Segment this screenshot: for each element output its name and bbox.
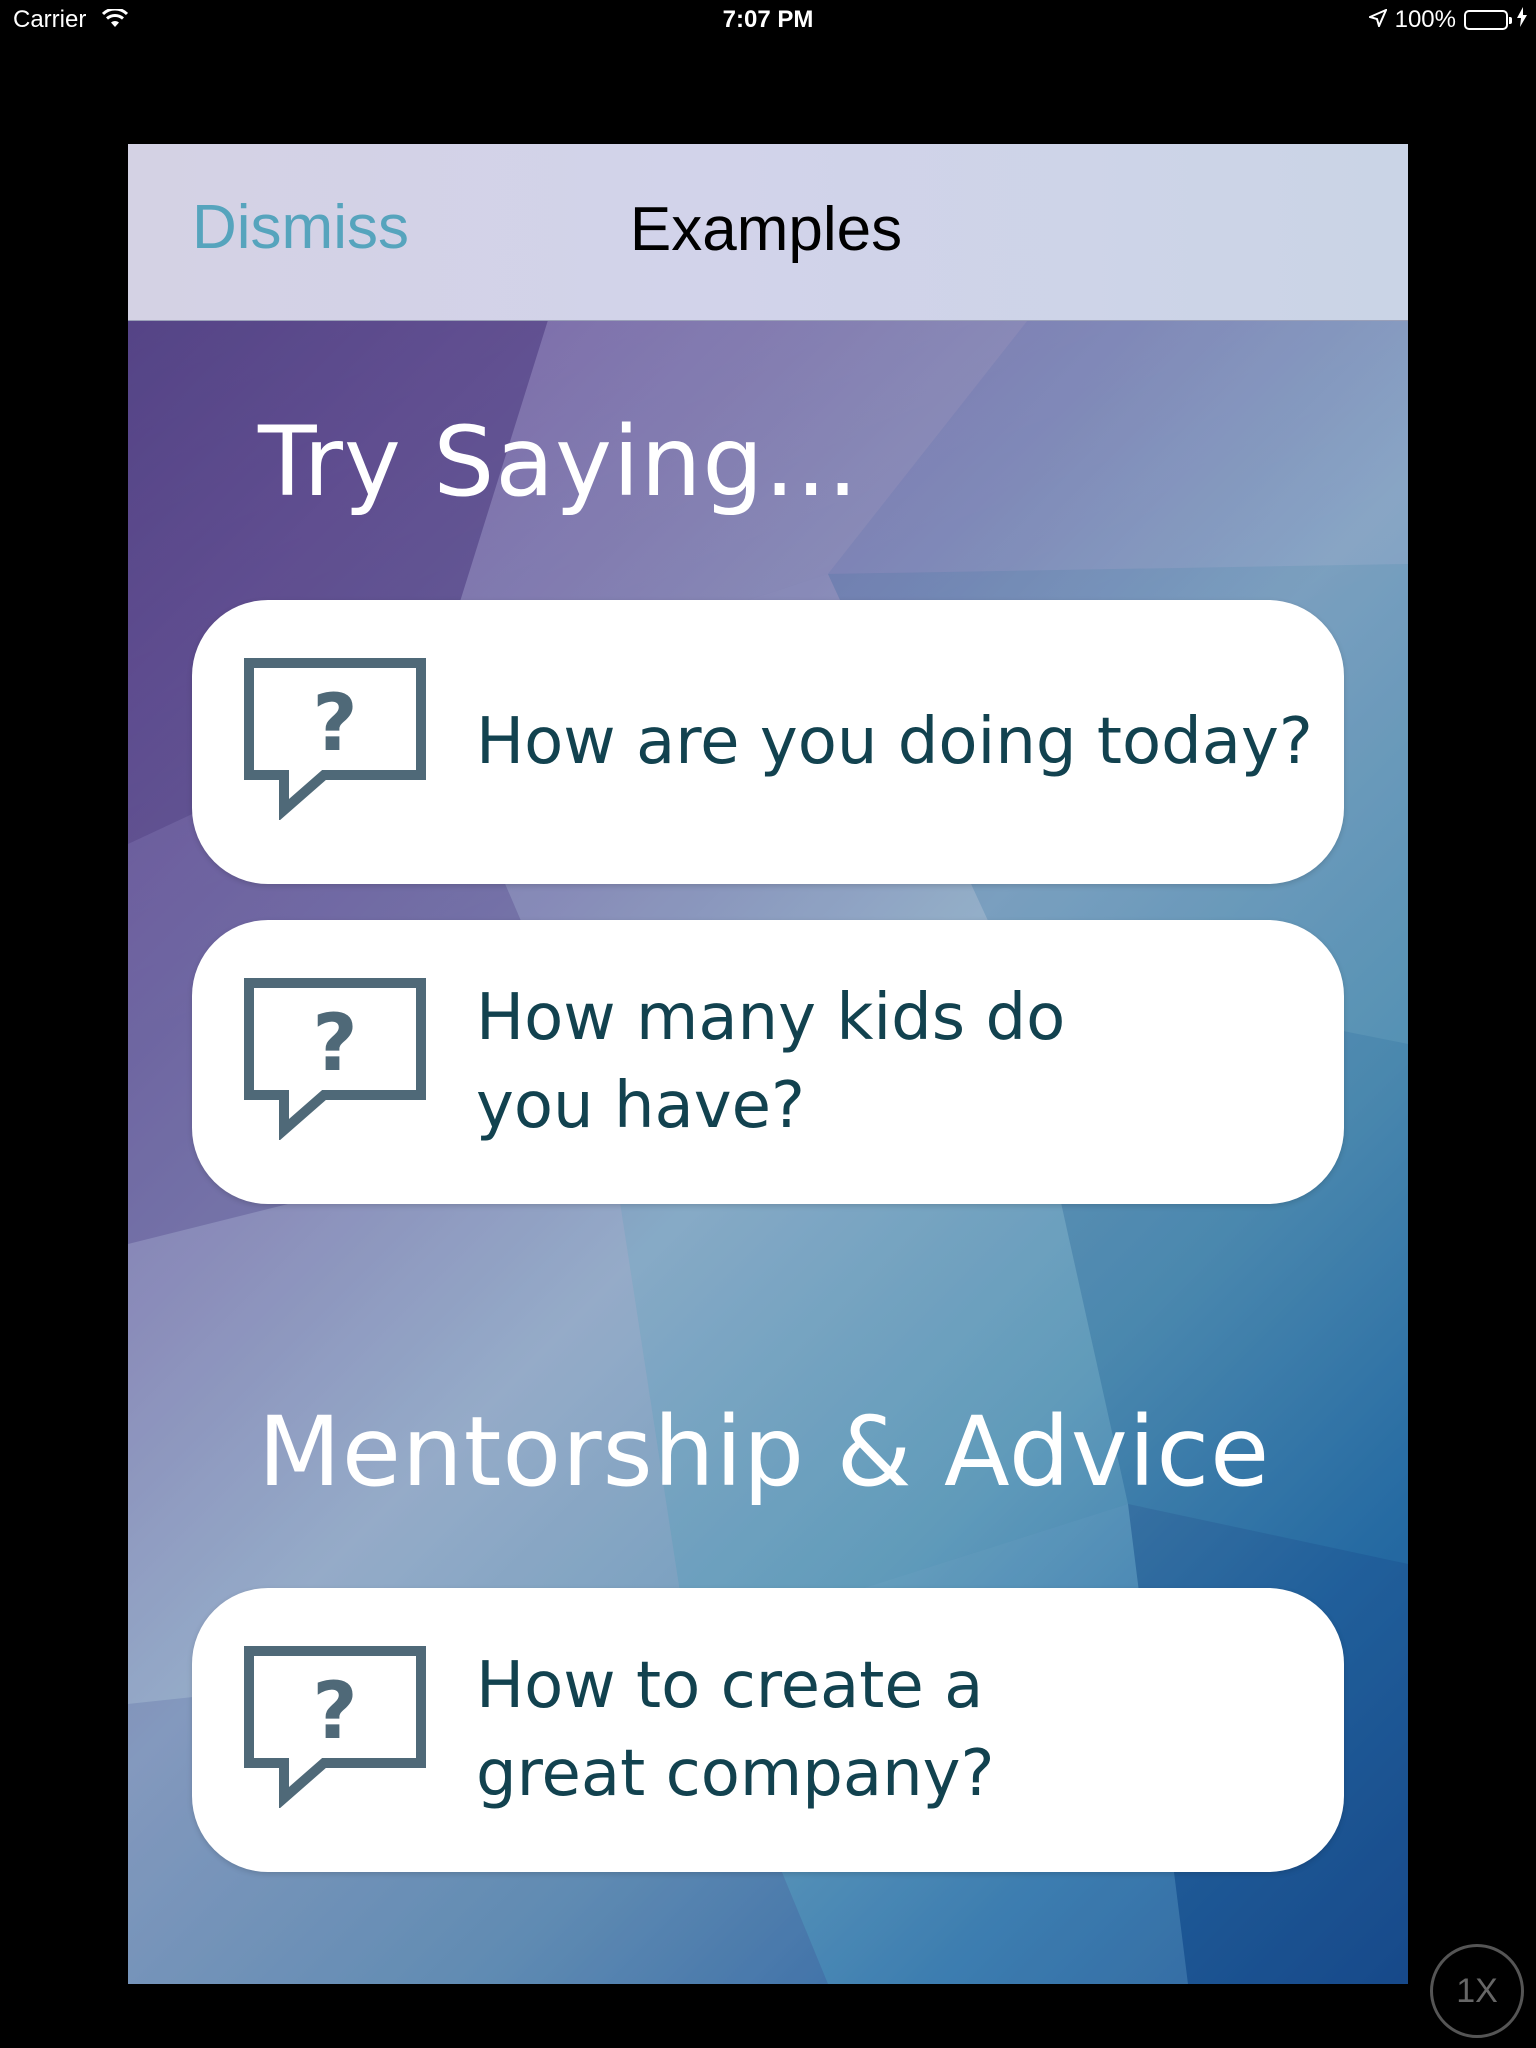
question-line-2: you have? xyxy=(476,1069,805,1143)
examples-modal: Dismiss Examples Try Saying... ? How are… xyxy=(128,144,1408,1984)
svg-text:?: ? xyxy=(312,679,357,769)
question-line-1: How to create a xyxy=(476,1649,984,1723)
status-bar: Carrier 7:07 PM 100% xyxy=(0,0,1536,40)
charging-bolt-icon xyxy=(1516,6,1528,34)
svg-text:?: ? xyxy=(312,1667,357,1757)
nav-bar: Dismiss Examples xyxy=(128,144,1408,321)
speed-badge[interactable]: 1X xyxy=(1430,1944,1524,2038)
battery-percent: 100% xyxy=(1394,6,1456,33)
example-question-text: How are you doing today? xyxy=(476,698,1336,786)
example-card[interactable]: ? How many kids do you have? xyxy=(192,920,1344,1204)
question-speech-bubble-icon: ? xyxy=(244,1646,426,1808)
question-speech-bubble-icon: ? xyxy=(244,658,426,820)
question-speech-bubble-icon: ? xyxy=(244,978,426,1140)
section-heading-mentorship-advice: Mentorship & Advice xyxy=(258,1396,1271,1508)
svg-text:?: ? xyxy=(312,999,357,1089)
question-line-1: How are you doing today? xyxy=(476,705,1313,779)
question-line-2: great company? xyxy=(476,1737,995,1811)
example-question-text: How many kids do you have? xyxy=(476,974,1336,1150)
nav-title: Examples xyxy=(629,195,903,264)
battery-icon xyxy=(1464,10,1512,30)
example-card[interactable]: ? How are you doing today? xyxy=(192,600,1344,884)
example-question-text: How to create a great company? xyxy=(476,1642,1336,1818)
status-right: 100% xyxy=(1366,6,1528,34)
section-heading-try-saying: Try Saying... xyxy=(258,406,859,518)
status-time: 7:07 PM xyxy=(722,6,814,33)
location-arrow-icon xyxy=(1366,6,1388,34)
example-card[interactable]: ? How to create a great company? xyxy=(192,1588,1344,1872)
question-line-1: How many kids do xyxy=(476,981,1066,1055)
